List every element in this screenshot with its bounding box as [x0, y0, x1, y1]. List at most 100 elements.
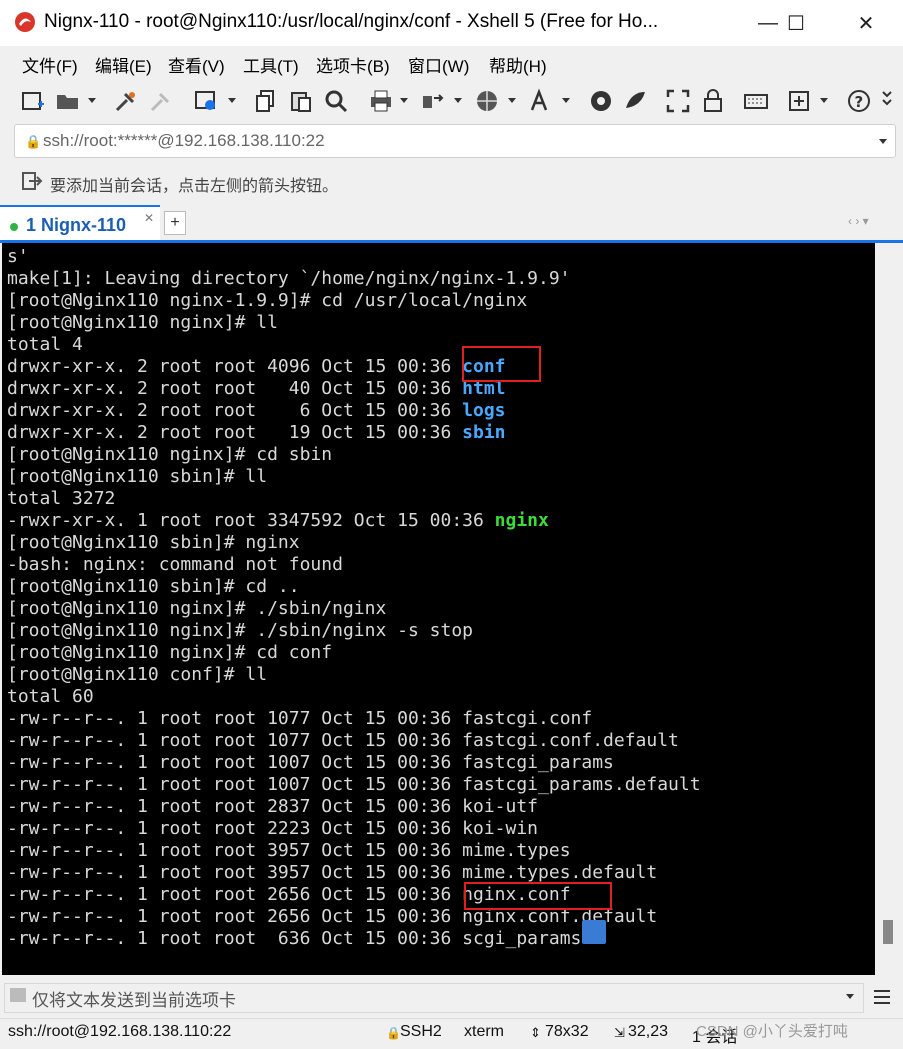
file-name: scgi_params: [462, 928, 582, 949]
keyboard-icon[interactable]: [743, 88, 769, 114]
terminal-line: -rw-r--r--. 1 root root 2837 Oct 15 00:3…: [7, 796, 539, 817]
hamburger-menu-icon[interactable]: [872, 988, 892, 1006]
open-folder-icon[interactable]: [55, 88, 81, 114]
menu-window[interactable]: 窗口(W): [408, 52, 469, 77]
xftp-icon[interactable]: [623, 88, 649, 114]
disconnect-icon[interactable]: [148, 88, 174, 114]
lock-icon[interactable]: [700, 88, 726, 114]
maximize-button[interactable]: ☐: [768, 0, 824, 46]
terminal-line: [root@Nginx110 nginx]# ll: [7, 312, 278, 333]
menu-tools[interactable]: 工具(T): [243, 52, 299, 77]
file-name: fastcgi.conf: [462, 708, 593, 729]
add-tab-button[interactable]: +: [164, 211, 186, 235]
terminal-line: -rw-r--r--. 1 root root 3957 Oct 15 00:3…: [7, 862, 658, 883]
terminal-line: [root@Nginx110 nginx]# cd sbin: [7, 444, 333, 465]
hint-text: 要添加当前会话，点击左侧的箭头按钮。: [50, 178, 339, 195]
print-dropdown-arrow[interactable]: [400, 98, 408, 103]
tab-close-icon[interactable]: ✕: [144, 211, 154, 225]
tab-label: 1 Nignx-110: [26, 215, 127, 235]
globe-dropdown-arrow[interactable]: [508, 98, 516, 103]
add-session-arrow-icon[interactable]: [22, 170, 44, 192]
terminal-line: -rw-r--r--. 1 root root 636 Oct 15 00:36…: [7, 928, 582, 949]
new-session-icon[interactable]: [20, 88, 46, 114]
print-icon[interactable]: [368, 88, 394, 114]
terminal-line: [root@Nginx110 nginx]# ./sbin/nginx: [7, 598, 387, 619]
terminal-line: -rw-r--r--. 1 root root 1007 Oct 15 00:3…: [7, 752, 614, 773]
terminal-line: drwxr-xr-x. 2 root root 4096 Oct 15 00:3…: [7, 356, 506, 377]
terminal-line: -rw-r--r--. 1 root root 3957 Oct 15 00:3…: [7, 840, 571, 861]
transfer-dropdown-arrow[interactable]: [454, 98, 462, 103]
terminal-line: -rw-r--r--. 1 root root 2223 Oct 15 00:3…: [7, 818, 539, 839]
terminal-line: [root@Nginx110 conf]# ll: [7, 664, 268, 685]
nginx-conf-highlight-box: [464, 882, 612, 910]
menu-edit[interactable]: 编辑(E): [95, 52, 152, 77]
file-name: nginx: [494, 510, 549, 531]
status-protocol: SSH2: [400, 1023, 442, 1040]
xshell-app-icon: [15, 12, 35, 32]
connect-icon[interactable]: [113, 88, 139, 114]
terminal-output[interactable]: s' make[1]: Leaving directory `/home/ngi…: [2, 243, 875, 975]
lock-small-icon: 🔒: [25, 134, 42, 149]
terminal-line: drwxr-xr-x. 2 root root 6 Oct 15 00:36 l…: [7, 400, 506, 421]
send-dropdown-arrow[interactable]: [846, 994, 854, 999]
menu-view[interactable]: 查看(V): [168, 52, 225, 77]
properties-dropdown-arrow[interactable]: [228, 98, 236, 103]
connected-status-icon: [10, 223, 18, 231]
file-name: logs: [462, 400, 506, 421]
transfer-icon[interactable]: [420, 88, 446, 114]
fullscreen-icon[interactable]: [665, 88, 691, 114]
paste-icon[interactable]: [288, 88, 314, 114]
terminal-line: -rw-r--r--. 1 root root 1007 Oct 15 00:3…: [7, 774, 701, 795]
svg-text:?: ?: [855, 93, 864, 111]
menu-file[interactable]: 文件(F): [22, 52, 78, 77]
terminal-line: make[1]: Leaving directory `/home/nginx/…: [7, 268, 571, 289]
send-text-placeholder: 仅将文本发送到当前选项卡: [32, 991, 236, 1010]
font-icon[interactable]: [528, 88, 554, 114]
file-name: sbin: [462, 422, 506, 443]
cursor-pos-icon: ⇲: [614, 1025, 625, 1040]
terminal-line: total 3272: [7, 488, 116, 509]
send-bar-icon: [10, 988, 26, 1002]
script-icon[interactable]: [588, 88, 614, 114]
address-dropdown-arrow[interactable]: [879, 139, 887, 144]
close-button[interactable]: ✕: [838, 0, 894, 46]
watermark: CSDN @小丫头爱打吨: [696, 1023, 848, 1040]
session-properties-icon[interactable]: [193, 88, 219, 114]
scrollbar-thumb[interactable]: [883, 920, 893, 944]
note-icon: [582, 920, 606, 944]
help-icon[interactable]: ?: [846, 88, 872, 114]
tab-navigation[interactable]: ‹ › ▾: [848, 214, 869, 228]
terminal-line: [root@Nginx110 sbin]# cd ..: [7, 576, 300, 597]
menu-help[interactable]: 帮助(H): [489, 52, 547, 77]
window-title: Nignx-110 - root@Nginx110:/usr/local/ngi…: [44, 11, 659, 32]
lock-status-icon: 🔒: [386, 1026, 401, 1040]
globe-icon[interactable]: [474, 88, 500, 114]
terminal-line: s': [7, 246, 29, 267]
status-size: 78x32: [545, 1023, 589, 1040]
status-cursor: 32,23: [628, 1023, 669, 1040]
find-icon[interactable]: [323, 88, 349, 114]
open-dropdown-arrow[interactable]: [88, 98, 96, 103]
terminal-line: [root@Nginx110 nginx-1.9.9]# cd /usr/loc…: [7, 290, 528, 311]
terminal-line: -rw-r--r--. 1 root root 1077 Oct 15 00:3…: [7, 708, 593, 729]
toolbar: ?: [0, 80, 903, 122]
terminal-line: total 4: [7, 334, 83, 355]
file-name: koi-win: [462, 818, 539, 839]
tab-nignx-110[interactable]: 1 Nignx-110 ✕: [0, 205, 160, 241]
menu-bar: 文件(F) 编辑(E) 查看(V) 工具(T) 选项卡(B) 窗口(W) 帮助(…: [0, 46, 903, 80]
address-input[interactable]: ssh://root:******@192.168.138.110:22: [43, 131, 325, 151]
terminal-scrollbar[interactable]: [876, 243, 901, 975]
terminal-line: -bash: nginx: command not found: [7, 554, 343, 575]
toolbar-overflow-icon[interactable]: [880, 88, 896, 114]
terminal-line: [root@Nginx110 sbin]# nginx: [7, 532, 300, 553]
terminal-line: [root@Nginx110 nginx]# cd conf: [7, 642, 333, 663]
new-tab-icon[interactable]: [787, 88, 813, 114]
new-tab-dropdown-arrow[interactable]: [820, 98, 828, 103]
terminal-lines: s' make[1]: Leaving directory `/home/ngi…: [7, 246, 701, 950]
copy-icon[interactable]: [253, 88, 279, 114]
address-bar[interactable]: 🔒 ssh://root:******@192.168.138.110:22: [14, 124, 896, 158]
file-name: fastcgi_params: [462, 752, 614, 773]
menu-tabs[interactable]: 选项卡(B): [316, 52, 390, 77]
file-name: fastcgi.conf.default: [462, 730, 679, 751]
font-dropdown-arrow[interactable]: [562, 98, 570, 103]
